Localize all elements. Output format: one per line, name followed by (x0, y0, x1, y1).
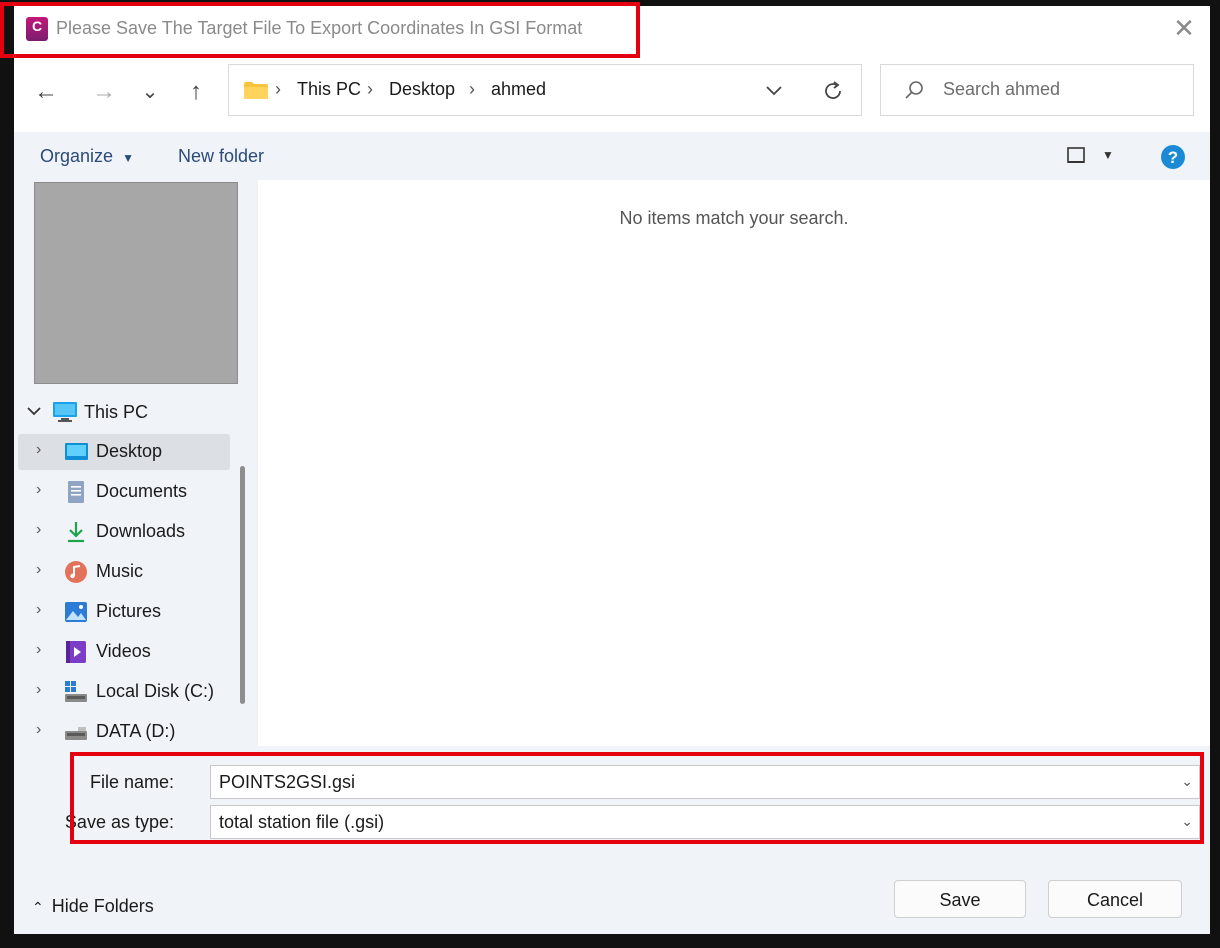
breadcrumb-item-desktop[interactable]: Desktop (389, 79, 455, 100)
refresh-icon[interactable] (821, 79, 845, 103)
window-title: Please Save The Target File To Export Co… (56, 18, 583, 38)
view-options-dropdown-icon[interactable]: ▼ (1102, 148, 1114, 162)
dropdown-arrow-icon: ▼ (122, 151, 134, 165)
this-pc-icon (53, 402, 77, 422)
file-name-input[interactable]: POINTS2GSI.gsi ⌄ (210, 765, 1200, 799)
breadcrumb-item-ahmed[interactable]: ahmed (491, 79, 546, 100)
music-icon (65, 561, 87, 583)
tree-item-label: Downloads (96, 521, 186, 541)
tree-item-desktop[interactable]: › Desktop (18, 434, 230, 470)
collapsed-chevron-icon[interactable]: › (36, 561, 41, 579)
tree-item-local-disk-c[interactable]: › Local Disk (C:) (18, 674, 230, 710)
search-box[interactable]: Search ahmed (880, 64, 1194, 116)
redacted-quick-access-block (34, 182, 238, 384)
tree-item-this-pc[interactable]: This PC (14, 394, 234, 430)
hide-folders-button[interactable]: ⌃ Hide Folders (32, 896, 154, 917)
app-icon: C (26, 17, 48, 41)
chevron-down-icon[interactable]: ⌄ (1181, 773, 1193, 790)
breadcrumb-separator: › (469, 79, 475, 99)
save-button[interactable]: Save (894, 880, 1026, 918)
help-icon[interactable]: ? (1160, 144, 1186, 170)
search-placeholder: Search ahmed (943, 79, 1061, 99)
save-options-panel: File name: POINTS2GSI.gsi ⌄ Save as type… (14, 746, 1210, 934)
navigation-bar: ← → ⌄ ↑ › This PC › Desktop › ahmed Sear… (14, 56, 1210, 132)
file-name-value: POINTS2GSI.gsi (219, 772, 356, 792)
documents-icon (68, 481, 84, 503)
back-arrow-icon[interactable]: ← (30, 76, 62, 108)
address-dropdown-chevron-icon[interactable] (765, 85, 783, 97)
desktop-icon (65, 443, 88, 460)
save-as-type-select[interactable]: total station file (.gsi) ⌄ (210, 805, 1200, 839)
tree-item-label: Desktop (96, 441, 163, 461)
save-dialog: C Please Save The Target File To Export … (0, 2, 1210, 934)
tree-item-music[interactable]: › Music (18, 554, 230, 590)
tree-item-label: This PC (84, 402, 149, 422)
videos-icon (66, 641, 86, 663)
hide-folders-label: Hide Folders (51, 896, 154, 916)
tree-item-label: Videos (96, 641, 151, 661)
empty-state-message: No items match your search. (619, 208, 849, 228)
save-as-type-label: Save as type: (64, 812, 174, 832)
tree-item-data-d[interactable]: › DATA (D:) (18, 714, 230, 746)
close-icon[interactable]: ✕ (1170, 14, 1198, 42)
breadcrumb-item-this-pc[interactable]: This PC (297, 79, 361, 100)
forward-arrow-icon[interactable]: → (88, 76, 120, 108)
new-folder-button[interactable]: New folder (178, 146, 264, 167)
folder-icon (244, 82, 268, 99)
collapsed-chevron-icon[interactable]: › (36, 481, 41, 499)
tree-item-label: Pictures (96, 601, 162, 621)
title-bar: C Please Save The Target File To Export … (14, 6, 1210, 56)
breadcrumb-separator: › (367, 79, 373, 99)
breadcrumb-separator: › (275, 79, 281, 99)
tree-item-label: DATA (D:) (96, 721, 176, 741)
collapsed-chevron-icon[interactable]: › (36, 521, 41, 539)
up-arrow-icon[interactable]: ↑ (180, 76, 212, 108)
chevron-down-icon[interactable]: ⌄ (1181, 813, 1193, 830)
tree-item-label: Local Disk (C:) (96, 681, 215, 701)
collapsed-chevron-icon[interactable]: › (36, 601, 41, 619)
tree-item-downloads[interactable]: › Downloads (18, 514, 230, 550)
search-icon (905, 81, 923, 99)
address-bar[interactable]: › This PC › Desktop › ahmed (228, 64, 862, 116)
tree-item-label: Documents (96, 481, 188, 501)
local-disk-icon (65, 681, 87, 702)
view-mode-icon[interactable] (1066, 146, 1088, 166)
organize-menu-button[interactable]: Organize ▼ (40, 146, 134, 167)
navigation-pane: This PC › Desktop › Documents › Download… (14, 180, 258, 746)
pictures-icon (65, 602, 87, 622)
navigation-pane-scrollbar[interactable] (240, 466, 245, 704)
drive-icon (65, 727, 87, 740)
collapsed-chevron-icon[interactable]: › (36, 641, 41, 659)
recent-locations-chevron-icon[interactable]: ⌄ (134, 76, 166, 108)
collapsed-chevron-icon[interactable]: › (36, 721, 41, 739)
expanded-chevron-icon[interactable] (26, 406, 42, 418)
command-bar: Organize ▼ New folder ▼ ? (14, 132, 1210, 180)
tree-item-documents[interactable]: › Documents (18, 474, 230, 510)
collapsed-chevron-icon[interactable]: › (36, 681, 41, 699)
file-list-area: No items match your search. (258, 180, 1210, 746)
downloads-icon (68, 522, 84, 543)
collapsed-chevron-icon[interactable]: › (36, 441, 41, 459)
tree-item-label: Music (96, 561, 144, 581)
save-as-type-value: total station file (.gsi) (219, 812, 385, 832)
tree-item-videos[interactable]: › Videos (18, 634, 230, 670)
file-name-label: File name: (89, 772, 174, 792)
svg-text:?: ? (1168, 148, 1178, 167)
tree-item-pictures[interactable]: › Pictures (18, 594, 230, 630)
chevron-up-icon: ⌃ (32, 899, 44, 915)
cancel-button[interactable]: Cancel (1048, 880, 1182, 918)
organize-label: Organize (40, 146, 114, 166)
